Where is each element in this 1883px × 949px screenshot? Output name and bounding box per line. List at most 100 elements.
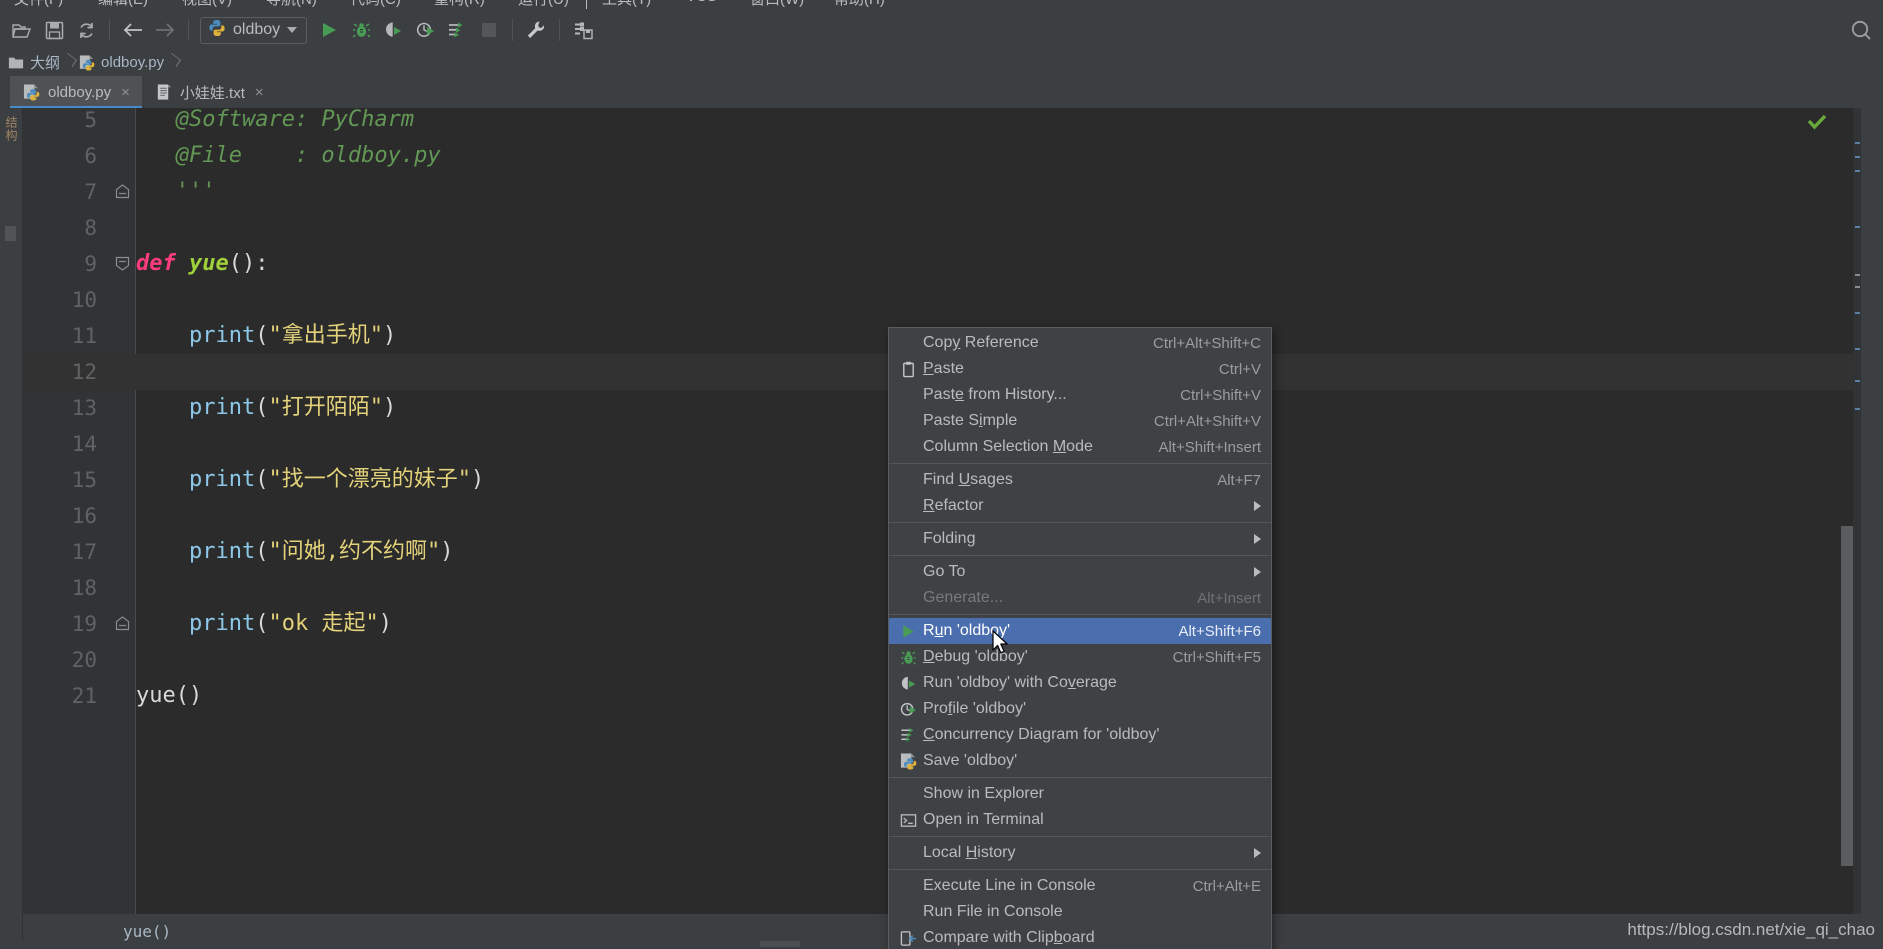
menu-bar-item[interactable]: 窗口(W) xyxy=(750,0,804,9)
code-token: ( xyxy=(255,539,269,564)
close-icon[interactable]: × xyxy=(253,85,264,100)
run-configuration-selector[interactable]: oldboy xyxy=(200,16,308,44)
fold-markers[interactable] xyxy=(111,108,136,914)
code-token: def xyxy=(136,251,189,276)
fold-end-icon[interactable] xyxy=(115,616,130,631)
no-icon-spacer xyxy=(897,903,919,921)
code-token: ) xyxy=(440,539,454,564)
breadcrumb-item[interactable]: oldboy.py xyxy=(77,49,168,76)
fold-collapse-icon[interactable] xyxy=(115,256,130,271)
project-structure-icon[interactable] xyxy=(567,15,599,45)
back-icon[interactable] xyxy=(117,15,149,45)
editor-scrollbar-thumb[interactable] xyxy=(1841,526,1853,866)
fold-end-icon[interactable] xyxy=(115,184,130,199)
context-menu-item[interactable]: Run 'oldboy' with Coverage xyxy=(889,670,1271,696)
code-token: ) xyxy=(382,323,397,348)
context-menu-item-label: Find Usages xyxy=(923,471,1013,488)
line-number: 7 xyxy=(84,180,97,204)
context-menu-item[interactable]: Debug 'oldboy' Ctrl+Shift+F5 xyxy=(889,644,1271,670)
menu-bar-item[interactable]: 导航(N) xyxy=(266,0,317,9)
context-menu-item[interactable]: Paste from History... Ctrl+Shift+V xyxy=(889,382,1271,408)
no-icon-spacer xyxy=(897,844,919,862)
context-menu-item[interactable]: Local History xyxy=(889,840,1271,866)
code-token: yue xyxy=(136,683,176,708)
error-stripe-marker-strip[interactable] xyxy=(1853,108,1861,914)
breadcrumb-item[interactable]: 大纲 xyxy=(6,49,64,76)
menu-bar-item[interactable]: 运行(U) xyxy=(518,0,569,9)
open-folder-icon[interactable] xyxy=(6,15,38,45)
context-menu-item-label: Debug 'oldboy' xyxy=(923,648,1028,665)
close-icon[interactable]: × xyxy=(119,85,130,100)
python-file-icon xyxy=(79,54,95,71)
coverage-button[interactable] xyxy=(377,15,409,45)
terminal-icon xyxy=(900,812,917,829)
run-icon xyxy=(900,623,917,640)
context-menu-item-label: Paste Simple xyxy=(923,412,1018,429)
menu-bar[interactable]: 文件(F) 编辑(E) 视图(V) 导航(N) 代码(C) 重构(R) 运行(U) 工具(T)… xyxy=(0,0,1883,11)
menu-bar-item[interactable]: VCS xyxy=(686,0,717,5)
main-toolbar: oldboy xyxy=(0,11,1883,49)
structure-tool-label[interactable]: 结构 xyxy=(3,116,20,142)
context-menu-item-label: Execute Line in Console xyxy=(923,877,1096,894)
context-menu-item[interactable]: Folding xyxy=(889,526,1271,552)
concurrency-icon xyxy=(900,727,917,744)
code-line: print("问她,约不约啊") xyxy=(136,534,454,570)
context-menu-item[interactable]: Concurrency Diagram for 'oldboy' xyxy=(889,722,1271,748)
breadcrumb-item-label: 大纲 xyxy=(30,55,61,72)
code-token: "打开陌陌" xyxy=(268,395,383,420)
menu-bar-item[interactable]: 文件(F) xyxy=(14,0,63,9)
watermark-url: https://blog.csdn.net/xie_qi_chao xyxy=(1627,920,1875,939)
concurrency-icon xyxy=(897,726,919,744)
context-menu-item[interactable]: Copy Reference Ctrl+Alt+Shift+C xyxy=(889,330,1271,356)
context-menu-item[interactable]: Show in Explorer xyxy=(889,781,1271,807)
profile-icon xyxy=(900,701,917,718)
wrench-icon[interactable] xyxy=(520,15,552,45)
context-menu-item[interactable]: Compare with Clipboard xyxy=(889,925,1271,949)
context-menu-item[interactable]: Refactor xyxy=(889,493,1271,519)
context-menu-item[interactable]: Run File in Console xyxy=(889,899,1271,925)
chevron-down-icon[interactable] xyxy=(287,27,298,33)
context-menu-item[interactable]: Paste Simple Ctrl+Alt+Shift+V xyxy=(889,408,1271,434)
context-menu-item-label: Column Selection Mode xyxy=(923,438,1093,455)
context-menu-item[interactable]: Column Selection Mode Alt+Shift+Insert xyxy=(889,434,1271,460)
context-menu-item[interactable]: Open in Terminal xyxy=(889,807,1271,833)
editor-tab[interactable]: 小娃娃.txt × xyxy=(141,76,276,108)
line-number: 12 xyxy=(71,360,97,384)
menu-bar-item[interactable]: 代码(C) xyxy=(350,0,401,9)
menu-bar-item[interactable]: 视图(V) xyxy=(182,0,232,9)
code-line: @Software: PyCharm xyxy=(136,108,414,138)
context-menu-item-label: Folding xyxy=(923,530,976,547)
editor-context-menu[interactable]: Copy Reference Ctrl+Alt+Shift+C Paste Ctrl+… xyxy=(888,327,1272,949)
context-menu-item[interactable]: Go To xyxy=(889,559,1271,585)
context-menu-item[interactable]: Profile 'oldboy' xyxy=(889,696,1271,722)
context-menu-item[interactable]: Find Usages Alt+F7 xyxy=(889,467,1271,493)
submenu-arrow-icon xyxy=(1254,501,1261,511)
no-icon-spacer xyxy=(897,497,919,515)
code-token: ''' xyxy=(136,179,216,204)
context-menu-item[interactable]: Paste Ctrl+V xyxy=(889,356,1271,382)
compare-icon xyxy=(900,930,917,947)
profile-button[interactable] xyxy=(409,15,441,45)
breadcrumb-separator-icon xyxy=(65,53,76,72)
run-button[interactable] xyxy=(313,15,345,45)
inspection-ok-icon[interactable] xyxy=(1807,114,1827,132)
stop-button[interactable] xyxy=(473,15,505,45)
search-everywhere-icon[interactable] xyxy=(1845,15,1877,45)
tool-strip-button[interactable] xyxy=(5,226,16,241)
forward-icon[interactable] xyxy=(149,15,181,45)
context-menu-item[interactable]: Save 'oldboy' xyxy=(889,748,1271,774)
editor-tab[interactable]: oldboy.py × xyxy=(10,76,142,108)
sync-icon[interactable] xyxy=(70,15,102,45)
line-number: 14 xyxy=(71,432,97,456)
context-menu-item-label: Run File in Console xyxy=(923,903,1063,920)
menu-bar-item[interactable]: 编辑(E) xyxy=(98,0,148,9)
context-menu-item[interactable]: Run 'oldboy' Alt+Shift+F6 xyxy=(889,618,1271,644)
menu-bar-item[interactable]: 帮助(H) xyxy=(834,0,885,9)
concurrency-button[interactable] xyxy=(441,15,473,45)
context-menu-item[interactable]: Execute Line in Console Ctrl+Alt+E xyxy=(889,873,1271,899)
debug-button[interactable] xyxy=(345,15,377,45)
save-all-icon[interactable] xyxy=(38,15,70,45)
menu-bar-item[interactable]: 重构(R) xyxy=(434,0,485,9)
code-token: print xyxy=(136,395,256,420)
menu-bar-item[interactable]: 工具(T) xyxy=(602,0,651,9)
